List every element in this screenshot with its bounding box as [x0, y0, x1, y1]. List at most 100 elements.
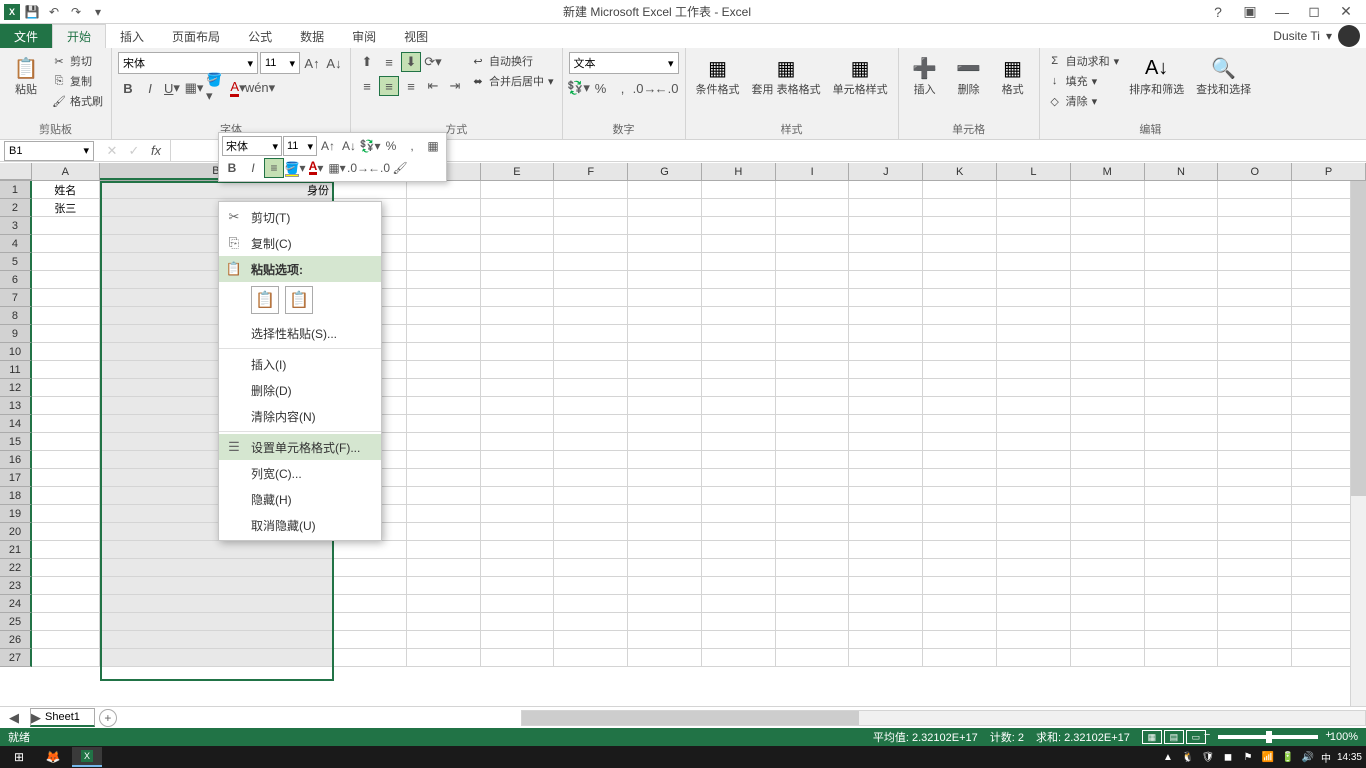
cell[interactable] — [407, 469, 481, 487]
cell[interactable] — [1218, 487, 1292, 505]
cell[interactable] — [628, 415, 702, 433]
dec-decimal-icon[interactable]: ←.0 — [657, 78, 677, 98]
cell[interactable] — [554, 559, 628, 577]
cell[interactable] — [407, 487, 481, 505]
col-header-j[interactable]: J — [849, 163, 923, 180]
tray-clock[interactable]: 14:35 — [1337, 752, 1362, 763]
indent-dec-icon[interactable]: ⇤ — [423, 76, 443, 96]
cell[interactable] — [849, 289, 923, 307]
cell[interactable] — [702, 541, 776, 559]
cell[interactable] — [1145, 541, 1219, 559]
delete-cells-button[interactable]: ➖删除 — [949, 52, 989, 98]
tray-up-icon[interactable]: ▲ — [1161, 750, 1175, 764]
user-area[interactable]: Dusite Ti▾ — [1273, 25, 1366, 47]
cell[interactable] — [481, 541, 555, 559]
cell[interactable] — [997, 487, 1071, 505]
cell[interactable] — [776, 613, 850, 631]
cell[interactable] — [997, 361, 1071, 379]
cell[interactable] — [702, 307, 776, 325]
zoom-slider[interactable] — [1218, 735, 1318, 739]
cell[interactable] — [481, 289, 555, 307]
cell[interactable] — [628, 217, 702, 235]
cell[interactable] — [407, 217, 481, 235]
cell[interactable] — [628, 235, 702, 253]
cell[interactable] — [407, 181, 481, 199]
tab-home[interactable]: 开始 — [52, 24, 106, 48]
cell[interactable] — [849, 451, 923, 469]
font-name-select[interactable]: 宋体▾ — [118, 52, 258, 74]
cell[interactable] — [776, 433, 850, 451]
fill-button[interactable]: ↓填充▾ — [1046, 72, 1122, 90]
cell[interactable] — [776, 559, 850, 577]
cell[interactable] — [1145, 361, 1219, 379]
cell[interactable] — [628, 469, 702, 487]
cell[interactable] — [849, 595, 923, 613]
cell[interactable]: 张三 — [32, 199, 100, 217]
cell[interactable] — [1071, 505, 1145, 523]
table-format-button[interactable]: ▦套用 表格格式 — [748, 52, 825, 98]
cell[interactable] — [481, 379, 555, 397]
cell[interactable] — [407, 613, 481, 631]
cell[interactable] — [849, 559, 923, 577]
cell[interactable] — [1218, 541, 1292, 559]
cell[interactable] — [407, 451, 481, 469]
cell[interactable] — [1218, 271, 1292, 289]
cell[interactable] — [1145, 559, 1219, 577]
cell[interactable] — [849, 253, 923, 271]
cell[interactable] — [32, 613, 100, 631]
cell[interactable] — [407, 559, 481, 577]
tray-ime[interactable]: 中 — [1321, 750, 1331, 765]
cell[interactable] — [923, 451, 997, 469]
mini-italic-icon[interactable]: I — [243, 158, 263, 178]
cell[interactable] — [923, 649, 997, 667]
cell[interactable] — [702, 325, 776, 343]
select-all-corner[interactable] — [0, 163, 32, 180]
scroll-thumb[interactable] — [1351, 181, 1366, 496]
clear-button[interactable]: ◇清除▾ — [1046, 92, 1122, 110]
cell[interactable] — [997, 289, 1071, 307]
cell[interactable] — [628, 451, 702, 469]
cell[interactable] — [1218, 577, 1292, 595]
cell[interactable] — [1071, 325, 1145, 343]
cell[interactable] — [1218, 613, 1292, 631]
row-header[interactable]: 13 — [0, 397, 32, 415]
cell[interactable] — [628, 199, 702, 217]
cell[interactable] — [849, 649, 923, 667]
cell[interactable] — [997, 577, 1071, 595]
cell[interactable] — [32, 469, 100, 487]
cancel-fx-icon[interactable]: ✕ — [102, 141, 122, 161]
cell[interactable] — [776, 199, 850, 217]
tab-insert[interactable]: 插入 — [106, 24, 158, 48]
cell[interactable] — [923, 577, 997, 595]
align-middle-icon[interactable]: ≡ — [379, 52, 399, 72]
cell[interactable] — [702, 343, 776, 361]
cell[interactable] — [100, 649, 333, 667]
cell[interactable] — [554, 613, 628, 631]
cell[interactable] — [1218, 343, 1292, 361]
cell[interactable] — [923, 307, 997, 325]
cell[interactable] — [32, 541, 100, 559]
cell[interactable] — [1218, 433, 1292, 451]
cell[interactable] — [407, 271, 481, 289]
cell[interactable] — [1071, 487, 1145, 505]
cell[interactable] — [1218, 595, 1292, 613]
cell[interactable] — [849, 577, 923, 595]
cell[interactable] — [849, 199, 923, 217]
cell[interactable] — [333, 649, 407, 667]
cell[interactable] — [923, 469, 997, 487]
format-painter-button[interactable]: 🖌格式刷 — [50, 92, 105, 110]
cell[interactable] — [923, 415, 997, 433]
cell[interactable] — [1071, 307, 1145, 325]
menu-hide[interactable]: 隐藏(H) — [219, 486, 381, 512]
align-right-icon[interactable]: ≡ — [401, 76, 421, 96]
cell[interactable] — [1071, 631, 1145, 649]
cell[interactable] — [776, 361, 850, 379]
cell[interactable] — [702, 253, 776, 271]
cell[interactable] — [923, 541, 997, 559]
font-size-select[interactable]: 11▾ — [260, 52, 300, 74]
cell[interactable] — [481, 469, 555, 487]
cell[interactable] — [407, 361, 481, 379]
cell[interactable] — [776, 469, 850, 487]
col-header-a[interactable]: A — [32, 163, 100, 180]
cell[interactable] — [1145, 415, 1219, 433]
